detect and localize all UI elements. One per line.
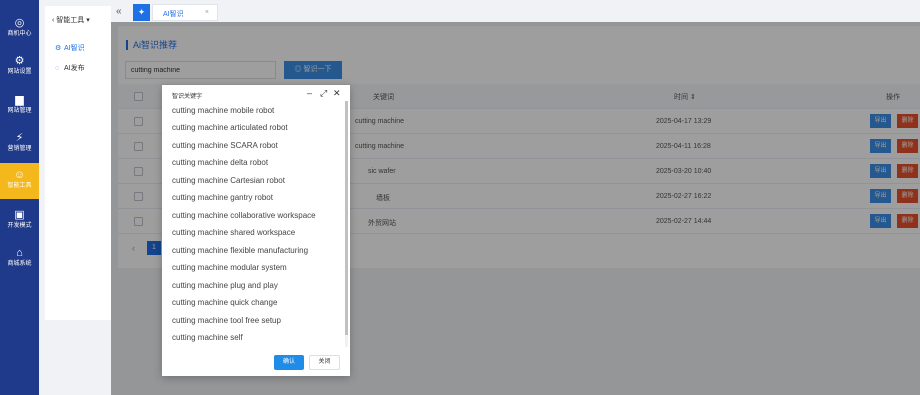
sidebar-item-shop-system[interactable]: ⌂ 商城系统 bbox=[0, 241, 39, 274]
tab-label: AI智识 bbox=[163, 11, 184, 18]
sidebar-item-smart-tools[interactable]: ☺ 智能工具 bbox=[0, 163, 39, 199]
keyword-item: cutting machine modular system bbox=[172, 263, 287, 272]
smart-tool-icon: ☺ bbox=[13, 169, 26, 181]
keyword-list[interactable]: cutting machine mobile robot cutting mac… bbox=[162, 103, 344, 348]
keyword-item: cutting machine mobile robot bbox=[172, 106, 275, 115]
code-icon: ▣ bbox=[14, 209, 25, 221]
sidebar-item-site-management[interactable]: ▆ 网站管理 bbox=[0, 88, 39, 121]
keyword-item: cutting machine shared workspace bbox=[172, 228, 296, 237]
sidebar-item-dev-mode[interactable]: ▣ 开发模式 bbox=[0, 203, 39, 236]
sidebar-item-label: 网站设置 bbox=[7, 69, 32, 75]
gear-icon: ⚙ bbox=[55, 45, 62, 52]
main-sidebar: ◎ 商机中心 ⚙ 网站设置 ▆ 网站管理 ⚡ 营销管理 ☺ 智能工具 ▣ 开发模… bbox=[0, 0, 39, 395]
scrollbar-thumb[interactable] bbox=[345, 101, 348, 335]
home-tab-icon[interactable]: ✦ bbox=[133, 4, 150, 21]
subnav-title[interactable]: ‹ 智能工具 ▾ bbox=[52, 15, 90, 25]
close-icon[interactable]: × bbox=[205, 9, 209, 16]
tab-ai-knowledge[interactable]: AI智识 × bbox=[152, 4, 218, 21]
sidebar-item-label: 开发模式 bbox=[7, 223, 32, 229]
sidebar-item-opportunity-center[interactable]: ◎ 商机中心 bbox=[0, 11, 39, 44]
keyword-item: cutting machine gantry robot bbox=[172, 193, 273, 202]
sub-navigation: ‹ 智能工具 ▾ ⚙ AI智识 ◌ AI发布 bbox=[45, 6, 111, 320]
minimize-icon[interactable]: – bbox=[307, 88, 312, 98]
keyword-item: cutting machine Cartesian robot bbox=[172, 176, 285, 185]
sidebar-item-label: 智能工具 bbox=[7, 183, 32, 189]
chevron-left-icon: ‹ bbox=[52, 17, 55, 24]
keyword-item: cutting machine tool free setup bbox=[172, 316, 281, 325]
caret-down-icon: ▾ bbox=[86, 17, 90, 24]
subnav-item-ai-publish[interactable]: ◌ AI发布 bbox=[55, 63, 85, 73]
keyword-item: cutting machine SCARA robot bbox=[172, 141, 278, 150]
chat-icon: ◌ bbox=[55, 65, 60, 72]
tabs-bar: « ✦ AI智识 × bbox=[111, 4, 920, 22]
maximize-icon[interactable]: ⤢ bbox=[320, 88, 327, 98]
marketing-icon: ⚡ bbox=[15, 132, 24, 144]
confirm-button[interactable]: 确认 bbox=[274, 355, 304, 370]
keyword-item: cutting machine plug and play bbox=[172, 281, 278, 290]
keyword-item: cutting machine self bbox=[172, 333, 243, 342]
close-button[interactable]: 关闭 bbox=[309, 355, 340, 370]
subnav-item-ai-knowledge[interactable]: ⚙ AI智识 bbox=[55, 43, 85, 53]
close-icon[interactable]: ✕ bbox=[333, 88, 341, 98]
keyword-list-scrollbar[interactable] bbox=[345, 101, 348, 347]
sidebar-item-label: 商城系统 bbox=[7, 261, 32, 267]
sidebar-item-marketing[interactable]: ⚡ 营销管理 bbox=[0, 126, 39, 159]
sidebar-item-label: 网站管理 bbox=[7, 108, 32, 114]
keyword-item: cutting machine flexible manufacturing bbox=[172, 246, 309, 255]
sidebar-item-label: 营销管理 bbox=[7, 146, 32, 152]
gear-icon: ⚙ bbox=[14, 55, 25, 67]
monitor-icon: ▆ bbox=[15, 94, 24, 106]
sidebar-item-label: 商机中心 bbox=[7, 31, 32, 37]
target-icon: ◎ bbox=[14, 17, 25, 29]
shop-icon: ⌂ bbox=[16, 247, 23, 259]
keyword-item: cutting machine collaborative workspace bbox=[172, 211, 316, 220]
keyword-item: cutting machine delta robot bbox=[172, 158, 269, 167]
collapse-sidebar-icon[interactable]: « bbox=[116, 7, 122, 17]
keyword-item: cutting machine articulated robot bbox=[172, 123, 288, 132]
keyword-modal: 智识关键字 – ⤢ ✕ cutting machine mobile robot… bbox=[162, 85, 350, 376]
modal-title: 智识关键字 bbox=[172, 94, 203, 100]
sidebar-item-site-settings[interactable]: ⚙ 网站设置 bbox=[0, 49, 39, 82]
keyword-item: cutting machine quick change bbox=[172, 298, 278, 307]
